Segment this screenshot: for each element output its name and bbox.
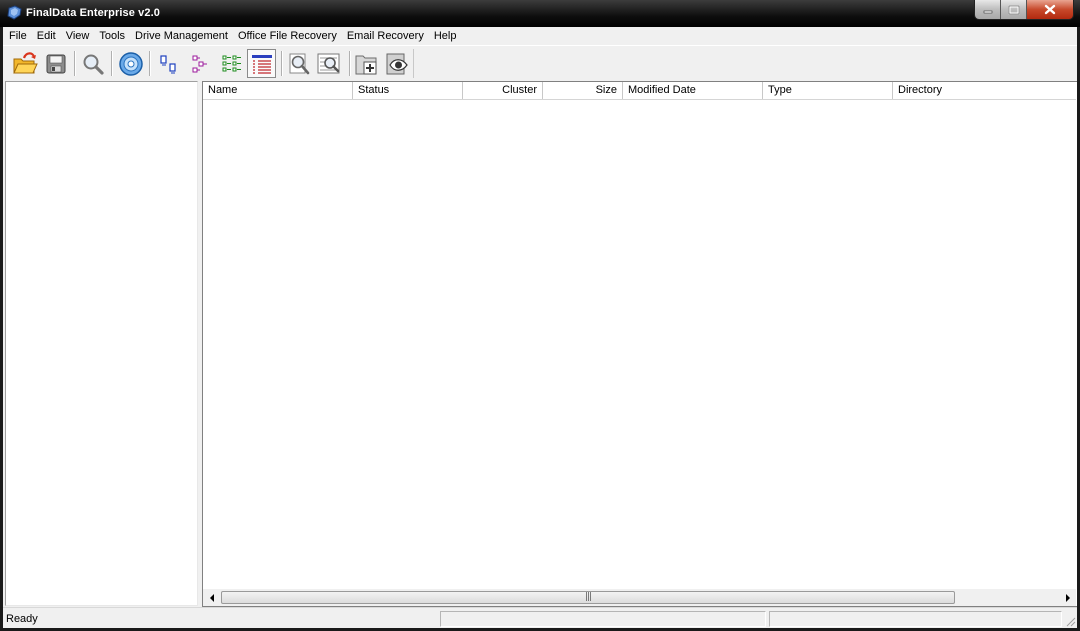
title-bar[interactable]: FinalData Enterprise v2.0 <box>0 0 1080 27</box>
search-result-button[interactable] <box>314 49 343 78</box>
maximize-icon <box>1008 5 1019 14</box>
view-file-icon <box>386 53 408 74</box>
status-bar: Ready <box>3 607 1077 628</box>
toolbar-end-divider <box>413 49 414 78</box>
file-preview-icon <box>289 53 309 74</box>
menu-edit[interactable]: Edit <box>32 27 61 45</box>
status-panel-3 <box>769 611 1062 627</box>
menu-help[interactable]: Help <box>429 27 462 45</box>
add-folder-icon <box>355 55 376 74</box>
column-header-modified-date[interactable]: Modified Date <box>623 82 763 99</box>
arrow-right-icon <box>1065 593 1070 602</box>
open-icon <box>12 51 38 73</box>
scan-disc-icon <box>118 51 143 76</box>
file-list-view[interactable]: Name Status Cluster Size Modified Date T… <box>202 81 1077 607</box>
find-icon <box>83 54 104 75</box>
status-panel-2 <box>440 611 766 627</box>
large-icons-view-button[interactable] <box>153 49 182 78</box>
toolbar-separator <box>74 51 76 76</box>
scroll-thumb[interactable]: ||| <box>221 591 955 604</box>
large-icons-view-icon <box>159 54 176 73</box>
find-button[interactable] <box>78 49 107 78</box>
menu-file[interactable]: File <box>3 27 32 45</box>
toolbar-separator <box>111 51 113 76</box>
menu-bar: File Edit View Tools Drive Management Of… <box>3 27 1077 45</box>
grip-icon: ||| <box>584 592 592 602</box>
close-icon <box>1044 4 1056 15</box>
column-header-size[interactable]: Size <box>543 82 623 99</box>
maximize-button[interactable] <box>1001 0 1027 19</box>
toolbar <box>3 45 1077 80</box>
horizontal-scrollbar[interactable]: ||| <box>203 589 1076 606</box>
minimize-button[interactable] <box>975 0 1001 19</box>
column-header-name[interactable]: Name <box>203 82 353 99</box>
menu-email-recovery[interactable]: Email Recovery <box>342 27 429 45</box>
details-view-icon <box>251 54 272 74</box>
scan-disc-button[interactable] <box>116 49 145 78</box>
toolbar-separator <box>149 51 151 76</box>
scroll-left-button[interactable] <box>203 589 220 606</box>
menu-view[interactable]: View <box>61 27 95 45</box>
close-button[interactable] <box>1027 0 1073 19</box>
caption-buttons <box>974 0 1074 20</box>
column-header-status[interactable]: Status <box>353 82 463 99</box>
status-text: Ready <box>6 613 38 625</box>
toolbar-separator <box>349 51 351 76</box>
folder-tree-pane[interactable] <box>5 81 198 606</box>
open-button[interactable] <box>10 49 39 78</box>
column-header-cluster[interactable]: Cluster <box>463 82 543 99</box>
save-icon <box>46 54 65 73</box>
scroll-right-button[interactable] <box>1059 589 1076 606</box>
app-window: FinalData Enterprise v2.0 File Edit View… <box>0 0 1080 631</box>
window-title: FinalData Enterprise v2.0 <box>26 7 160 19</box>
menu-drive-management[interactable]: Drive Management <box>130 27 233 45</box>
search-result-icon <box>317 53 339 73</box>
small-icons-view-icon <box>192 55 207 72</box>
minimize-icon <box>983 10 992 13</box>
file-preview-button[interactable] <box>284 49 313 78</box>
save-button[interactable] <box>41 49 70 78</box>
view-file-button[interactable] <box>382 49 411 78</box>
size-grip-icon[interactable] <box>1064 615 1076 627</box>
details-view-button[interactable] <box>247 49 276 78</box>
small-icons-view-button[interactable] <box>185 49 214 78</box>
app-icon <box>7 5 22 20</box>
list-view-icon <box>222 55 241 71</box>
column-header-directory[interactable]: Directory <box>893 82 1076 99</box>
list-header: Name Status Cluster Size Modified Date T… <box>203 82 1076 100</box>
column-header-type[interactable]: Type <box>763 82 893 99</box>
toolbar-separator <box>281 51 283 76</box>
client-area: Name Status Cluster Size Modified Date T… <box>3 80 1077 607</box>
menu-office-file-recovery[interactable]: Office File Recovery <box>233 27 342 45</box>
menu-tools[interactable]: Tools <box>94 27 130 45</box>
add-folder-button[interactable] <box>352 49 381 78</box>
list-view-button[interactable] <box>217 49 246 78</box>
arrow-left-icon <box>209 593 214 602</box>
